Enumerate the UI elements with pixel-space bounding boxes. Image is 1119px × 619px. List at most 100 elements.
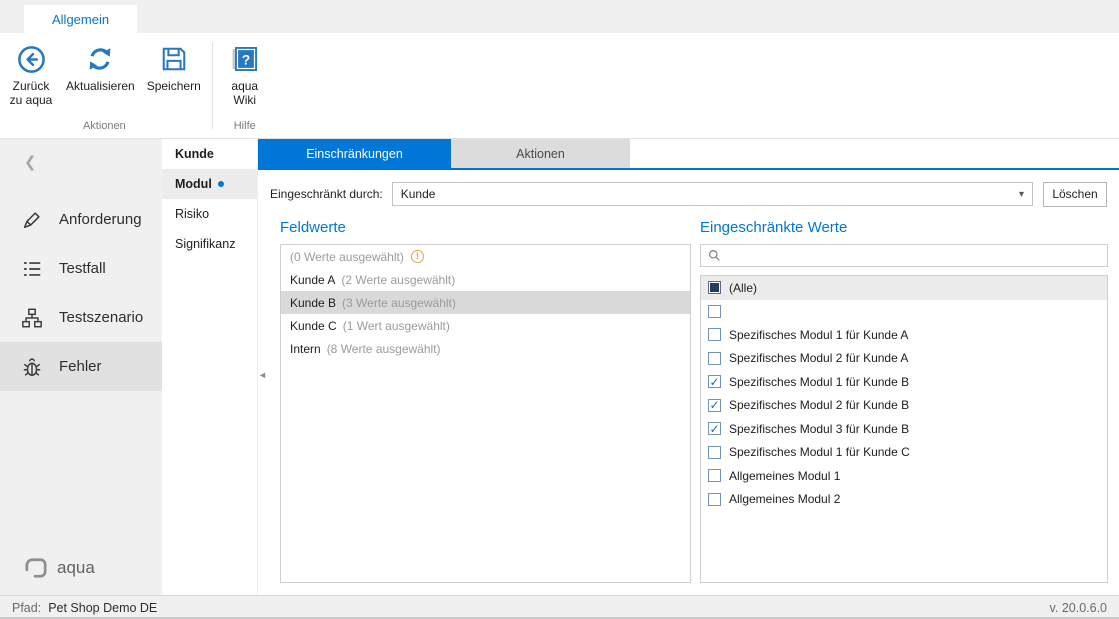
field-item-label: Risiko (175, 207, 209, 221)
checkbox[interactable] (708, 446, 721, 459)
restricted-by-label: Eingeschränkt durch: (270, 187, 383, 201)
main-content: Einschränkungen Aktionen Eingeschränkt d… (258, 139, 1119, 595)
checkbox[interactable] (708, 328, 721, 341)
help-icon: ? (231, 41, 259, 77)
restricted-value-item[interactable]: Spezifisches Modul 1 für Kunde A (701, 323, 1107, 347)
restricted-value-item[interactable]: Spezifisches Modul 3 für Kunde B (701, 417, 1107, 441)
back-to-aqua-button[interactable]: Zurück zu aqua (2, 38, 60, 120)
aqua-wiki-button[interactable]: ? aqua Wiki (218, 38, 272, 120)
field-item-label: Signifikanz (175, 237, 235, 251)
field-value-item[interactable]: Kunde B (3 Werte ausgewählt) ! (281, 291, 690, 314)
ribbon-group-label-hilfe: Hilfe (218, 120, 272, 138)
refresh-button[interactable]: Aktualisieren (60, 38, 141, 120)
restricted-by-value: Kunde (401, 187, 1019, 201)
field-item-signifikanz[interactable]: Signifikanz (162, 229, 257, 259)
restricted-value-item[interactable] (701, 300, 1107, 324)
testscenario-icon (20, 307, 44, 329)
field-value-name: Intern (290, 342, 321, 356)
field-item-label: Kunde (175, 147, 214, 161)
field-value-item[interactable]: Intern (8 Werte ausgewählt) ! (281, 337, 690, 360)
collapse-panel-handle[interactable]: ◄ (258, 366, 268, 384)
restricted-value-label: Spezifisches Modul 1 für Kunde C (729, 445, 910, 459)
sidebar-item-fehler[interactable]: Fehler (0, 342, 162, 391)
aqua-wiki-label: aqua Wiki (224, 77, 266, 107)
restricted-value-item[interactable]: Allgemeines Modul 1 (701, 464, 1107, 488)
field-value-name: Kunde B (290, 296, 336, 310)
field-value-count: (8 Werte ausgewählt) (327, 342, 441, 356)
version-label: v. 20.0.6.0 (1050, 601, 1107, 615)
warning-icon: ! (411, 250, 424, 263)
back-to-aqua-label: Zurück zu aqua (8, 77, 54, 107)
path-value: Pet Shop Demo DE (48, 601, 157, 615)
main-tab-strip: Einschränkungen Aktionen (258, 139, 1119, 170)
ribbon-group-aktionen: Zurück zu aqua Aktualisieren (0, 33, 209, 138)
tab-aktionen[interactable]: Aktionen (451, 139, 630, 168)
field-value-name: Kunde A (290, 273, 335, 287)
sidebar-item-anforderung[interactable]: Anforderung (0, 195, 162, 244)
status-bar: Pfad: Pet Shop Demo DE v. 20.0.6.0 (0, 595, 1119, 619)
field-value-item[interactable]: Kunde A (2 Werte ausgewählt) ! (281, 268, 690, 291)
sidebar-item-label: Testfall (59, 260, 106, 277)
delete-button[interactable]: Löschen (1043, 182, 1107, 207)
tab-einschraenkungen[interactable]: Einschränkungen (258, 139, 451, 168)
field-value-count: (2 Werte ausgewählt) (341, 273, 455, 287)
ribbon: Zurück zu aqua Aktualisieren (0, 33, 1119, 139)
ribbon-separator (212, 42, 213, 129)
restricted-value-item[interactable]: Spezifisches Modul 1 für Kunde B (701, 370, 1107, 394)
aqua-logo-text: aqua (57, 558, 95, 578)
aqua-logo-icon (24, 557, 48, 579)
checkbox[interactable] (708, 469, 721, 482)
field-item-kunde[interactable]: Kunde (162, 139, 257, 169)
restricted-values-title: Eingeschränkte Werte (700, 219, 1108, 236)
field-item-modul[interactable]: Modul (162, 169, 257, 199)
refresh-label: Aktualisieren (66, 77, 135, 94)
svg-text:?: ? (241, 52, 250, 68)
restricted-value-label: Spezifisches Modul 1 für Kunde B (729, 375, 909, 389)
restricted-value-label: Spezifisches Modul 2 für Kunde B (729, 398, 909, 412)
restricted-value-item[interactable]: Spezifisches Modul 2 für Kunde B (701, 394, 1107, 418)
restricted-value-item[interactable]: Allgemeines Modul 2 (701, 488, 1107, 512)
restricted-values-column: Eingeschränkte Werte (Alle) Spezifisc (700, 219, 1108, 583)
restricted-value-item[interactable]: Spezifisches Modul 1 für Kunde C (701, 441, 1107, 465)
modified-dot (218, 181, 224, 187)
field-value-count: (3 Werte ausgewählt) (342, 296, 456, 310)
restricted-value-item[interactable]: (Alle) (701, 276, 1107, 300)
aqua-logo: aqua (24, 557, 95, 579)
tab-allgemein[interactable]: Allgemein (24, 5, 137, 33)
restricted-value-label: Allgemeines Modul 2 (729, 492, 840, 506)
save-button[interactable]: Speichern (141, 38, 207, 120)
search-box (700, 244, 1108, 267)
sidebar-nav: Anforderung Testfall Testszenario (0, 195, 162, 391)
checkbox[interactable] (708, 493, 721, 506)
checkbox[interactable] (708, 399, 721, 412)
checkbox[interactable] (708, 281, 721, 294)
ribbon-tab-strip: Allgemein (0, 0, 1119, 33)
field-item-label: Modul (175, 177, 212, 191)
field-item-risiko[interactable]: Risiko (162, 199, 257, 229)
field-value-item[interactable]: Kunde C (1 Wert ausgewählt) ! (281, 314, 690, 337)
restricted-value-item[interactable]: Spezifisches Modul 2 für Kunde A (701, 347, 1107, 371)
search-input[interactable] (728, 249, 1100, 263)
collapse-sidebar-button[interactable]: ❮ (24, 153, 37, 171)
restricted-by-select[interactable]: Kunde ▾ (392, 182, 1033, 206)
restricted-values-list: (Alle) Spezifisches Modul 1 für Kunde A … (700, 275, 1108, 583)
back-arrow-circle-icon (16, 41, 47, 77)
sidebar-item-testfall[interactable]: Testfall (0, 244, 162, 293)
bug-icon (20, 356, 44, 378)
path-label: Pfad: (12, 601, 41, 615)
restricted-value-label: Spezifisches Modul 1 für Kunde A (729, 328, 908, 342)
refresh-icon (85, 41, 115, 77)
field-value-name: Kunde C (290, 319, 337, 333)
restricted-value-label: Spezifisches Modul 3 für Kunde B (729, 422, 909, 436)
checkbox[interactable] (708, 352, 721, 365)
chevron-down-icon: ▾ (1019, 189, 1024, 200)
field-values-column: Feldwerte (0 Werte ausgewählt) ! Kunde A… (280, 219, 691, 583)
checkbox[interactable] (708, 305, 721, 318)
ribbon-group-label-aktionen: Aktionen (2, 120, 207, 138)
checkbox[interactable] (708, 422, 721, 435)
sidebar-item-testszenario[interactable]: Testszenario (0, 293, 162, 342)
restricted-by-row: Eingeschränkt durch: Kunde ▾ Löschen (258, 172, 1119, 216)
field-value-item[interactable]: (0 Werte ausgewählt) ! (281, 245, 690, 268)
save-label: Speichern (147, 77, 201, 94)
checkbox[interactable] (708, 375, 721, 388)
